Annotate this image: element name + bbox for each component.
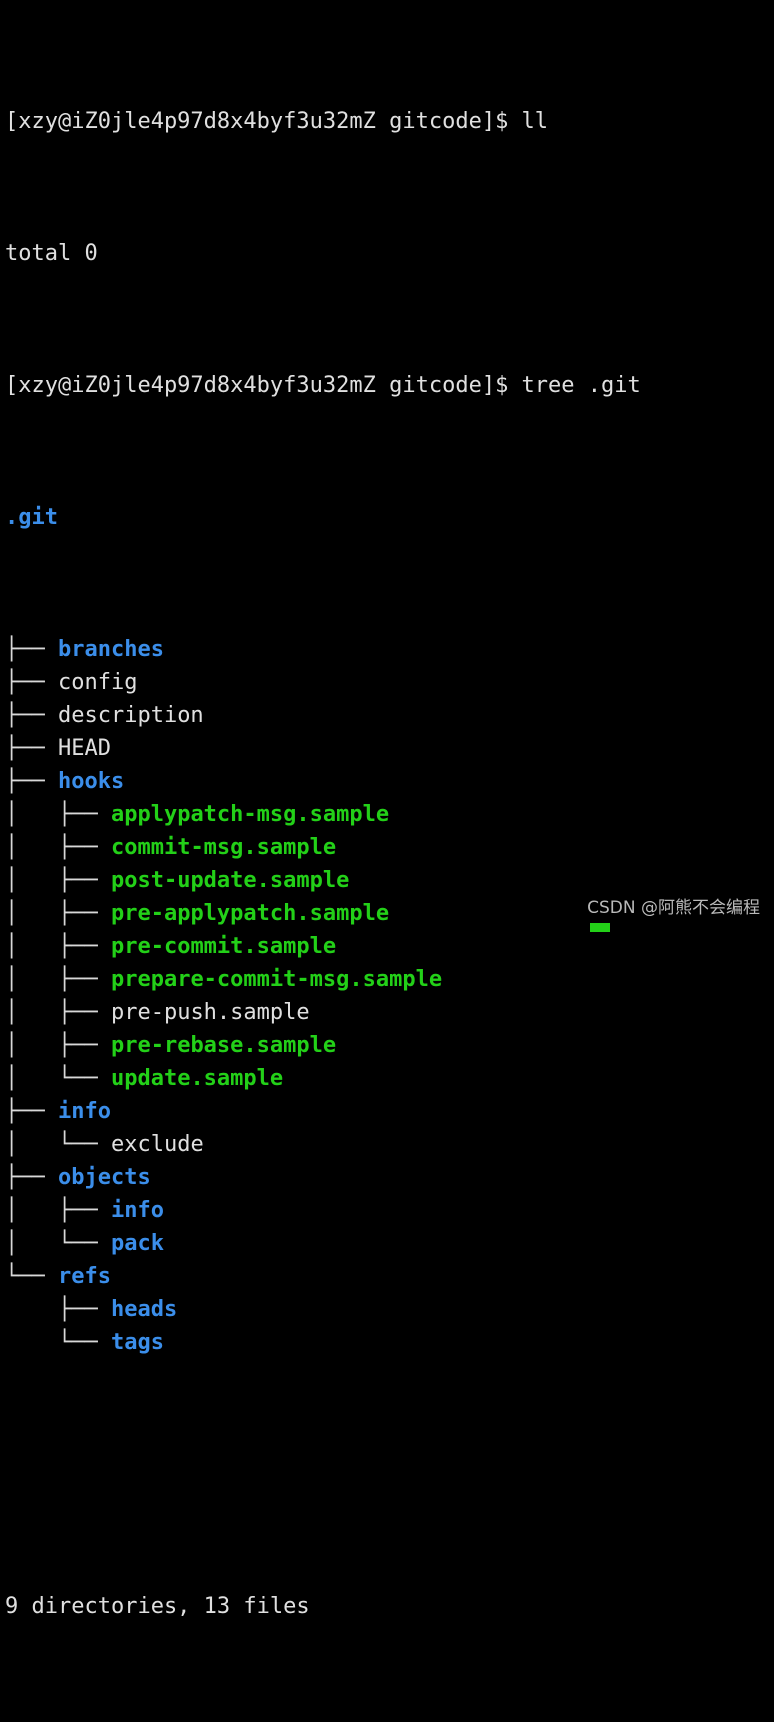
tree-branch-glyph: │ ├──	[5, 1198, 111, 1223]
tree-directory-name: hooks	[57, 769, 125, 794]
tree-directory-name: objects	[57, 1165, 151, 1190]
tree-file-name: post-update.sample	[110, 868, 350, 893]
tree-row: │ └── pack	[5, 1227, 774, 1260]
tree-row: ├── heads	[5, 1293, 774, 1326]
tree-file-name: pre-commit.sample	[110, 934, 337, 959]
tree-branch-glyph: │ ├──	[5, 1033, 111, 1058]
tree-row: ├── branches	[5, 633, 774, 666]
tree-file-name: config	[57, 670, 138, 695]
tree-row: ├── HEAD	[5, 732, 774, 765]
tree-row: ├── config	[5, 666, 774, 699]
tree-row: │ ├── pre-push.sample	[5, 996, 774, 1029]
terminal-window[interactable]: [xzy@iZ0jle4p97d8x4byf3u32mZ gitcode]$ l…	[0, 0, 774, 1619]
tree-directory-name: info	[110, 1198, 164, 1223]
tree-summary: 9 directories, 13 files	[5, 1594, 310, 1619]
tree-row: │ └── exclude	[5, 1128, 774, 1161]
tree-file-name: pre-applypatch.sample	[110, 901, 390, 926]
tree-branch-glyph: │ ├──	[5, 835, 111, 860]
tree-file-name: prepare-commit-msg.sample	[110, 967, 443, 992]
tree-branch-glyph: ├──	[5, 769, 58, 794]
tree-branch-glyph: ├──	[5, 1099, 58, 1124]
tree-file-name: exclude	[110, 1132, 204, 1157]
tree-row: │ ├── commit-msg.sample	[5, 831, 774, 864]
tree-row: ├── hooks	[5, 765, 774, 798]
tree-branch-glyph: │ ├──	[5, 934, 111, 959]
tree-row: │ ├── info	[5, 1194, 774, 1227]
tree-file-name: HEAD	[57, 736, 111, 761]
tree-output: ├── branches ├── config ├── description ├──…	[5, 633, 774, 1359]
tree-row: │ ├── prepare-commit-msg.sample	[5, 963, 774, 996]
tree-row: │ └── update.sample	[5, 1062, 774, 1095]
tree-root-label: .git	[5, 505, 58, 530]
tree-row: ├── objects	[5, 1161, 774, 1194]
tree-row: │ ├── pre-commit.sample	[5, 930, 774, 963]
tree-directory-name: refs	[57, 1264, 111, 1289]
tree-branch-glyph: │ └──	[5, 1066, 111, 1091]
tree-branch-glyph: ├──	[5, 1297, 111, 1322]
tree-row: └── refs	[5, 1260, 774, 1293]
tree-file-name: description	[57, 703, 204, 728]
tree-directory-name: heads	[110, 1297, 178, 1322]
tree-file-name: pre-push.sample	[110, 1000, 310, 1025]
tree-branch-glyph: │ ├──	[5, 868, 111, 893]
tree-file-name: commit-msg.sample	[110, 835, 337, 860]
tree-branch-glyph: │ ├──	[5, 967, 111, 992]
tree-directory-name: branches	[57, 637, 164, 662]
tree-branch-glyph: ├──	[5, 637, 58, 662]
tree-file-name: update.sample	[110, 1066, 284, 1091]
tree-branch-glyph: └──	[5, 1264, 58, 1289]
terminal-screen: [xzy@iZ0jle4p97d8x4byf3u32mZ gitcode]$ l…	[5, 6, 774, 1722]
tree-directory-name: info	[57, 1099, 111, 1124]
csdn-watermark: CSDN @阿熊不会编程	[587, 898, 760, 918]
tree-row: └── tags	[5, 1326, 774, 1359]
tree-row: ├── description	[5, 699, 774, 732]
tree-branch-glyph: ├──	[5, 703, 58, 728]
tree-branch-glyph: ├──	[5, 736, 58, 761]
tree-file-name: applypatch-msg.sample	[110, 802, 390, 827]
tree-file-name: pre-rebase.sample	[110, 1033, 337, 1058]
shell-prompt-line-tree: [xzy@iZ0jle4p97d8x4byf3u32mZ gitcode]$ t…	[5, 373, 641, 398]
tree-row: ├── info	[5, 1095, 774, 1128]
shell-prompt-line-ll: [xzy@iZ0jle4p97d8x4byf3u32mZ gitcode]$ l…	[5, 109, 549, 134]
tree-branch-glyph: ├──	[5, 1165, 58, 1190]
ll-output-total: total 0	[5, 241, 98, 266]
tree-branch-glyph: │ └──	[5, 1132, 111, 1157]
tree-row: │ ├── post-update.sample	[5, 864, 774, 897]
tree-directory-name: pack	[110, 1231, 164, 1256]
tree-branch-glyph: │ ├──	[5, 901, 111, 926]
tree-branch-glyph: │ ├──	[5, 802, 111, 827]
tree-row: │ ├── applypatch-msg.sample	[5, 798, 774, 831]
tree-row: │ ├── pre-rebase.sample	[5, 1029, 774, 1062]
tree-branch-glyph: │ └──	[5, 1231, 111, 1256]
tree-directory-name: tags	[110, 1330, 164, 1355]
tree-branch-glyph: │ ├──	[5, 1000, 111, 1025]
tree-branch-glyph: ├──	[5, 670, 58, 695]
tree-branch-glyph: └──	[5, 1330, 111, 1355]
